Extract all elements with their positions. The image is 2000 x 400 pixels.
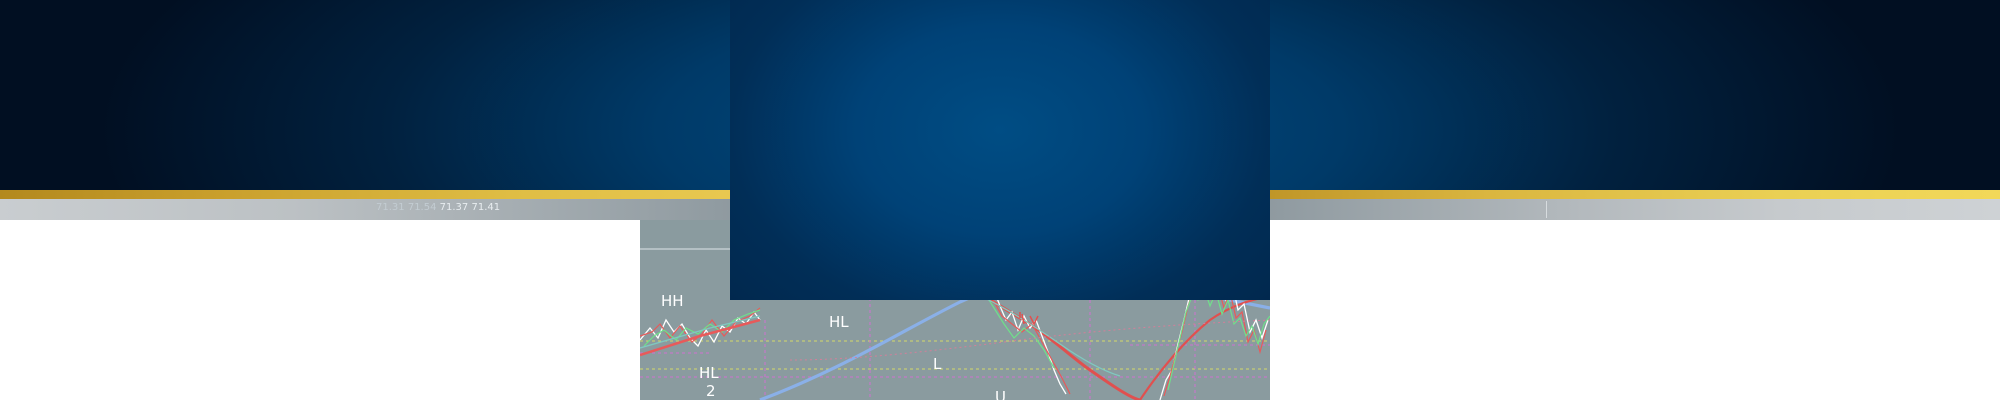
ticker-value: 71.37 (439, 202, 469, 213)
ticker-bar-right (1270, 199, 2000, 220)
price-series (1167, 286, 1270, 391)
chart-label-2: 2 (706, 382, 716, 400)
ticker-value: 71.31 (376, 202, 405, 213)
chart-label-l: L (933, 355, 942, 373)
red-moving-average (1139, 294, 1270, 400)
ticker-value: 71.41 (471, 202, 501, 213)
center-blue-panel (730, 0, 1270, 300)
ticker-divider (1546, 201, 1547, 218)
chart-label-u: U (995, 388, 1006, 400)
chart-label-hl: HL (829, 313, 849, 331)
ticker-bar-left (0, 199, 730, 220)
chart-label-hh: HH (661, 292, 684, 310)
ticker-value: 71.54 (407, 202, 437, 213)
price-ticker: 71.31 71.54 71.37 71.41 (376, 200, 500, 216)
gold-stripe-left (0, 190, 730, 199)
chart-label-hl: HL (699, 364, 719, 382)
gold-stripe-right (1270, 190, 2000, 199)
